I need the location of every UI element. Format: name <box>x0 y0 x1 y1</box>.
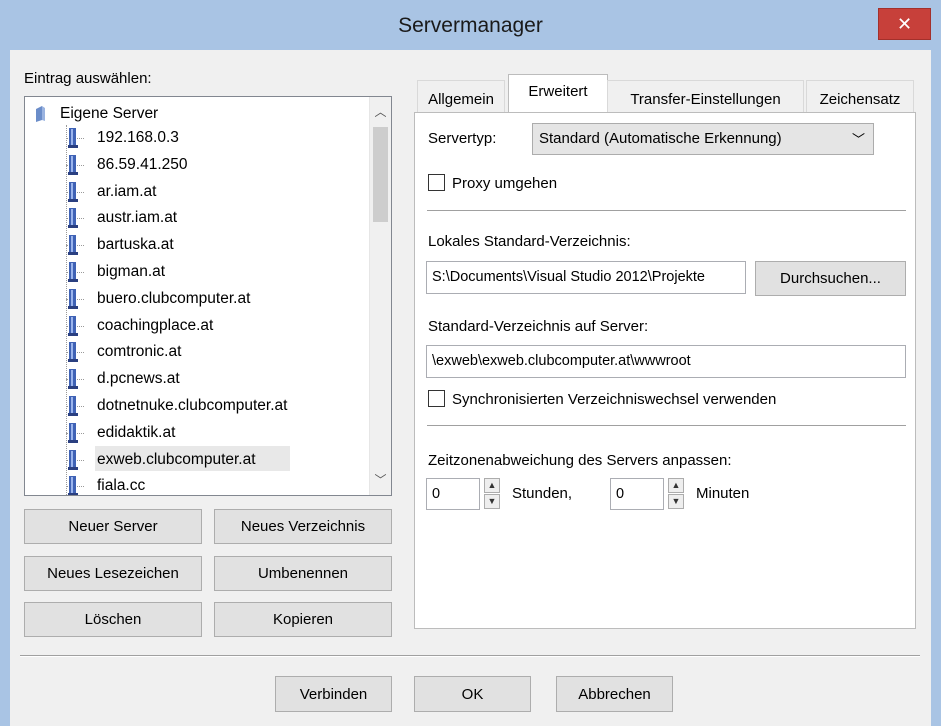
tab-advanced[interactable]: Erweitert <box>508 74 608 113</box>
bypass-proxy-checkbox[interactable] <box>428 174 445 191</box>
cancel-button[interactable]: Abbrechen <box>556 676 673 712</box>
server-icon <box>68 315 78 336</box>
ok-button[interactable]: OK <box>414 676 531 712</box>
folder-icon <box>36 106 45 122</box>
server-icon <box>68 154 78 175</box>
server-icon <box>68 128 78 148</box>
tree-root-label: Eigene Server <box>60 105 159 122</box>
tree-item[interactable]: fiala.cc <box>25 474 365 495</box>
server-icon <box>68 342 78 363</box>
minutes-down-icon[interactable]: ▼ <box>668 494 684 509</box>
new-folder-button[interactable]: Neues Verzeichnis <box>214 509 392 544</box>
tree-item-label: bigman.at <box>97 263 166 280</box>
tab-transfer-settings[interactable]: Transfer-Einstellungen <box>607 80 804 113</box>
tree-item[interactable]: buero.clubcomputer.at <box>25 287 365 313</box>
tree-item[interactable]: edidaktik.at <box>25 421 365 447</box>
tree-item[interactable]: coachingplace.at <box>25 314 365 340</box>
server-icon <box>68 396 78 416</box>
tree-item[interactable]: 86.59.41.250 <box>25 153 365 179</box>
browse-button[interactable]: Durchsuchen... <box>755 261 906 296</box>
close-icon: ✕ <box>896 14 913 34</box>
tree-item[interactable]: exweb.clubcomputer.at <box>25 448 365 474</box>
hours-up-icon[interactable]: ▲ <box>484 478 500 493</box>
tree-label: Eintrag auswählen: <box>24 70 152 87</box>
hours-label: Stunden, <box>512 485 573 502</box>
tree-item-label: 192.168.0.3 <box>97 129 179 146</box>
servermanager-window: Servermanager ✕ Eintrag auswählen: Eigen… <box>0 0 941 726</box>
scroll-up-icon[interactable]: ︿ <box>370 103 391 120</box>
server-icon <box>68 262 78 282</box>
tree-item-label: buero.clubcomputer.at <box>97 289 251 307</box>
tree-item-label: d.pcnews.at <box>97 370 180 388</box>
close-button[interactable]: ✕ <box>878 8 931 40</box>
tree-item-label: ar.iam.at <box>97 182 157 200</box>
divider <box>427 425 906 427</box>
title-bar: Servermanager ✕ <box>0 0 941 50</box>
tree-item[interactable]: d.pcnews.at <box>25 367 365 393</box>
sync-browse-checkbox[interactable] <box>428 390 445 407</box>
tree-item-label: edidaktik.at <box>97 423 176 441</box>
window-title: Servermanager <box>398 14 543 37</box>
servertype-value: Standard (Automatische Erkennung) <box>539 130 782 147</box>
new-bookmark-button[interactable]: Neues Lesezeichen <box>24 556 202 591</box>
connect-button[interactable]: Verbinden <box>275 676 392 712</box>
tree-item[interactable]: bigman.at <box>25 260 365 286</box>
remote-dir-input[interactable]: \exweb\exweb.clubcomputer.at\wwwroot <box>426 345 906 378</box>
tab-charset[interactable]: Zeichensatz <box>806 80 914 113</box>
new-server-button[interactable]: Neuer Server <box>24 509 202 544</box>
scroll-down-icon[interactable]: ﹀ <box>370 471 391 488</box>
tree-item[interactable]: austr.iam.at <box>25 206 365 232</box>
tab-general[interactable]: Allgemein <box>417 80 505 113</box>
server-icon <box>68 181 78 202</box>
tree-item[interactable]: ar.iam.at <box>25 180 365 206</box>
sync-browse-label: Synchronisierten Verzeichniswechsel verw… <box>452 391 777 408</box>
tree-item-label: bartuska.at <box>97 236 174 254</box>
server-tree[interactable]: Eigene Server 192.168.0.3 86.59.41.250 ar.… <box>24 96 392 496</box>
tree-item-label: exweb.clubcomputer.at <box>97 450 256 468</box>
server-icon <box>68 422 78 443</box>
tree-item-label: coachingplace.at <box>97 316 214 334</box>
minutes-up-icon[interactable]: ▲ <box>668 478 684 493</box>
tree-item-label: dotnetnuke.clubcomputer.at <box>97 397 288 414</box>
chevron-down-icon: ﹀ <box>851 132 865 147</box>
server-icon <box>68 369 78 390</box>
footer-divider <box>20 655 920 657</box>
timezone-label: Zeitzonenabweichung des Servers anpassen… <box>428 452 732 469</box>
tree-item[interactable]: bartuska.at <box>25 233 365 259</box>
server-icon <box>68 288 78 309</box>
hours-down-icon[interactable]: ▼ <box>484 494 500 509</box>
scroll-thumb[interactable] <box>373 127 388 222</box>
copy-button[interactable]: Kopieren <box>214 602 392 637</box>
tree-item[interactable]: comtronic.at <box>25 340 365 366</box>
minutes-input[interactable]: 0 <box>610 478 664 510</box>
servertype-label: Servertyp: <box>428 130 497 147</box>
server-icon <box>68 449 78 470</box>
tree-item[interactable]: dotnetnuke.clubcomputer.at <box>25 394 365 420</box>
tree-item-label: fiala.cc <box>97 477 146 495</box>
tree-item-label: 86.59.41.250 <box>97 155 188 173</box>
local-dir-label: Lokales Standard-Verzeichnis: <box>428 233 631 250</box>
tree-item[interactable]: 192.168.0.3 <box>25 126 365 152</box>
hours-input[interactable]: 0 <box>426 478 480 510</box>
bypass-proxy-label: Proxy umgehen <box>452 175 558 192</box>
delete-button[interactable]: Löschen <box>24 602 202 637</box>
tree-item-label: austr.iam.at <box>97 209 178 227</box>
server-icon <box>68 208 78 229</box>
servertype-select[interactable]: Standard (Automatische Erkennung) ﹀ <box>532 123 874 155</box>
tree-item-label: comtronic.at <box>97 343 182 361</box>
server-icon <box>68 235 78 256</box>
server-icon <box>68 476 78 495</box>
divider <box>427 210 906 212</box>
remote-dir-label: Standard-Verzeichnis auf Server: <box>428 318 649 335</box>
rename-button[interactable]: Umbenennen <box>214 556 392 591</box>
tree-scrollbar[interactable]: ︿ ﹀ <box>369 97 391 495</box>
minutes-label: Minuten <box>696 485 750 502</box>
local-dir-input[interactable]: S:\Documents\Visual Studio 2012\Projekte <box>426 261 746 294</box>
